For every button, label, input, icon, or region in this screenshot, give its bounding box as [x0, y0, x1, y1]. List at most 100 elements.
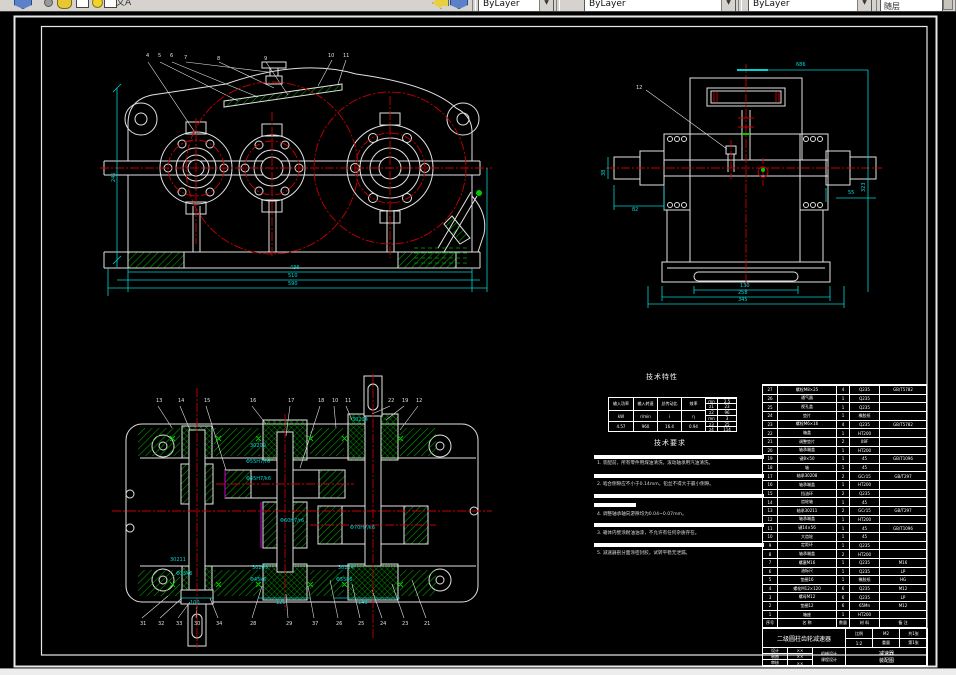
bom-note — [879, 541, 926, 550]
toolbar-separator — [556, 0, 560, 11]
bom-material: Q235 — [849, 567, 879, 576]
table-row: 24 垫片 1 橡胶纸 — [763, 410, 926, 420]
bom-no: 4 — [768, 586, 772, 592]
bom-name: 视孔盖 — [777, 403, 836, 411]
bom-qty: 1 — [836, 610, 849, 619]
bom-note: LP — [879, 567, 926, 576]
tc-value: 16.4 — [657, 421, 681, 431]
chevron-down-icon[interactable]: ▼ — [857, 0, 871, 11]
bom-name: 通气器 — [777, 394, 836, 403]
table-row: 6 油标尺 1 Q235 LP — [763, 566, 926, 576]
lamp-icon[interactable] — [92, 0, 103, 8]
table-row: 5 垫圈16 1 橡胶纸 HG — [763, 575, 926, 584]
bom-no: 26 — [767, 395, 773, 401]
cad-app-window: 文A ByLayer ▼ ByLayer ▼ ByLayer ▼ 随层 技术特性… — [0, 0, 956, 675]
bom-note: LP — [879, 593, 926, 602]
bom-qty: 1 — [836, 558, 849, 567]
bom-no: 25 — [767, 404, 773, 410]
bom-material: 橡胶纸 — [849, 576, 879, 584]
bom-qty: 2 — [836, 472, 849, 481]
bom-no: 11 — [767, 525, 773, 531]
table-row: 23 螺栓M6×16 4 Q235 GB/T5782 — [763, 419, 926, 429]
bom-qty: 4 — [836, 386, 849, 394]
bom-name: 挡油环 — [777, 489, 836, 498]
make-layer-icon[interactable] — [432, 0, 449, 9]
side-view-centerlines — [606, 64, 882, 290]
toolbar-separator — [472, 0, 476, 11]
bom-no: 1 — [768, 612, 772, 618]
layer-prev-icon[interactable] — [450, 0, 468, 9]
bom-qty: 1 — [836, 403, 849, 411]
bom-material: HT200 — [849, 610, 879, 619]
bom-note — [879, 532, 926, 541]
bom-name: 大齿轮 — [777, 532, 836, 541]
bom-material: GCr15 — [849, 472, 879, 481]
table-row: 10 大齿轮 1 45 — [763, 531, 926, 541]
chevron-down-icon[interactable]: ▼ — [721, 0, 735, 11]
bom-name: 定距环 — [777, 541, 836, 550]
layer-combo[interactable]: ByLayer ▼ — [478, 0, 554, 11]
table-row: 11 键14×56 1 45 GB/T1096 — [763, 523, 926, 532]
color-dot-icon[interactable] — [44, 0, 53, 7]
bom-qty: 1 — [836, 567, 849, 576]
bom-no: 18 — [767, 465, 773, 471]
bom-material: Q235 — [849, 403, 879, 411]
bom-name: 齿轮轴 — [777, 498, 836, 506]
bom-name: 轴承端盖 — [777, 446, 836, 455]
bom-qty: 2 — [836, 507, 849, 515]
bom-no: 23 — [767, 421, 773, 427]
bom-no: 9 — [768, 542, 772, 548]
bom-name: 箱座 — [777, 610, 836, 619]
bom-note — [879, 498, 926, 506]
bom-material: HT200 — [849, 515, 879, 524]
tc-unit: i — [657, 410, 681, 421]
table-row: 9 定距环 1 Q235 — [763, 540, 926, 550]
tb-cell: 减速器 装配图 — [845, 647, 928, 667]
linetype-combo[interactable]: ByLayer ▼ — [748, 0, 872, 11]
bom-material: 45 — [849, 455, 879, 463]
tc-r: 114 — [717, 426, 736, 431]
tc-unit: kW — [609, 410, 633, 421]
bom-material: HT200 — [849, 481, 879, 489]
color-combo-value: ByLayer — [589, 0, 626, 9]
bom-material: 橡胶纸 — [849, 411, 879, 420]
lineweight-button[interactable] — [943, 0, 953, 10]
bom-material: HT200 — [849, 446, 879, 455]
table-row: 18 轴 1 45 — [763, 462, 926, 472]
table-row: 4 螺栓M12×120 6 Q235 M12 — [763, 583, 926, 593]
table-row: 14 齿轮轴 1 45 — [763, 497, 926, 506]
bom-note: GB/T5782 — [879, 386, 926, 394]
layers-cube-icon[interactable] — [14, 0, 32, 9]
bom-qty: 1 — [836, 576, 849, 584]
brightness-icon[interactable] — [57, 0, 72, 9]
bom-material: Q235 — [849, 558, 879, 567]
bom-no: 13 — [767, 508, 773, 514]
tc-value: 0.94 — [681, 421, 705, 431]
bom-material: Q235 — [849, 489, 879, 498]
text-style-icon[interactable]: 文A — [116, 0, 131, 8]
bom-material: GCr15 — [849, 507, 879, 515]
bom-qty: 数量 — [836, 619, 849, 627]
linetype-icon[interactable] — [76, 0, 89, 8]
bom-no: 17 — [767, 473, 773, 479]
bom-qty: 1 — [836, 446, 849, 455]
table-row: 20 轴承端盖 1 HT200 — [763, 445, 926, 455]
bom-note — [879, 403, 926, 411]
tc-header: 输入功率 — [613, 401, 629, 406]
bom-name: 螺栓M12×120 — [777, 584, 836, 593]
side-view-green-marks — [742, 133, 765, 172]
toolbar: 文A ByLayer ▼ ByLayer ▼ ByLayer ▼ 随层 — [0, 0, 956, 12]
model-space[interactable]: 技术特性 技术要求 1. 装配前，所有零件用煤油清洗，滚动轴承用汽油清洗。 2. 啮… — [0, 11, 956, 669]
color-combo[interactable]: ByLayer ▼ — [584, 0, 736, 11]
table-row: 21 调整垫片 2 08F — [763, 436, 926, 446]
bom-note: GB/T297 — [879, 507, 926, 515]
lineweight-field[interactable]: 随层 — [880, 0, 943, 11]
bom-no: 8 — [768, 551, 772, 557]
bom-name: 键8×50 — [777, 455, 836, 463]
bom-qty: 1 — [836, 498, 849, 506]
chevron-down-icon[interactable]: ▼ — [539, 0, 553, 11]
bom-note: M12 — [879, 602, 926, 610]
bom-qty: 2 — [836, 489, 849, 498]
bom-no: 12 — [767, 516, 773, 522]
bom-material: Q235 — [849, 593, 879, 602]
